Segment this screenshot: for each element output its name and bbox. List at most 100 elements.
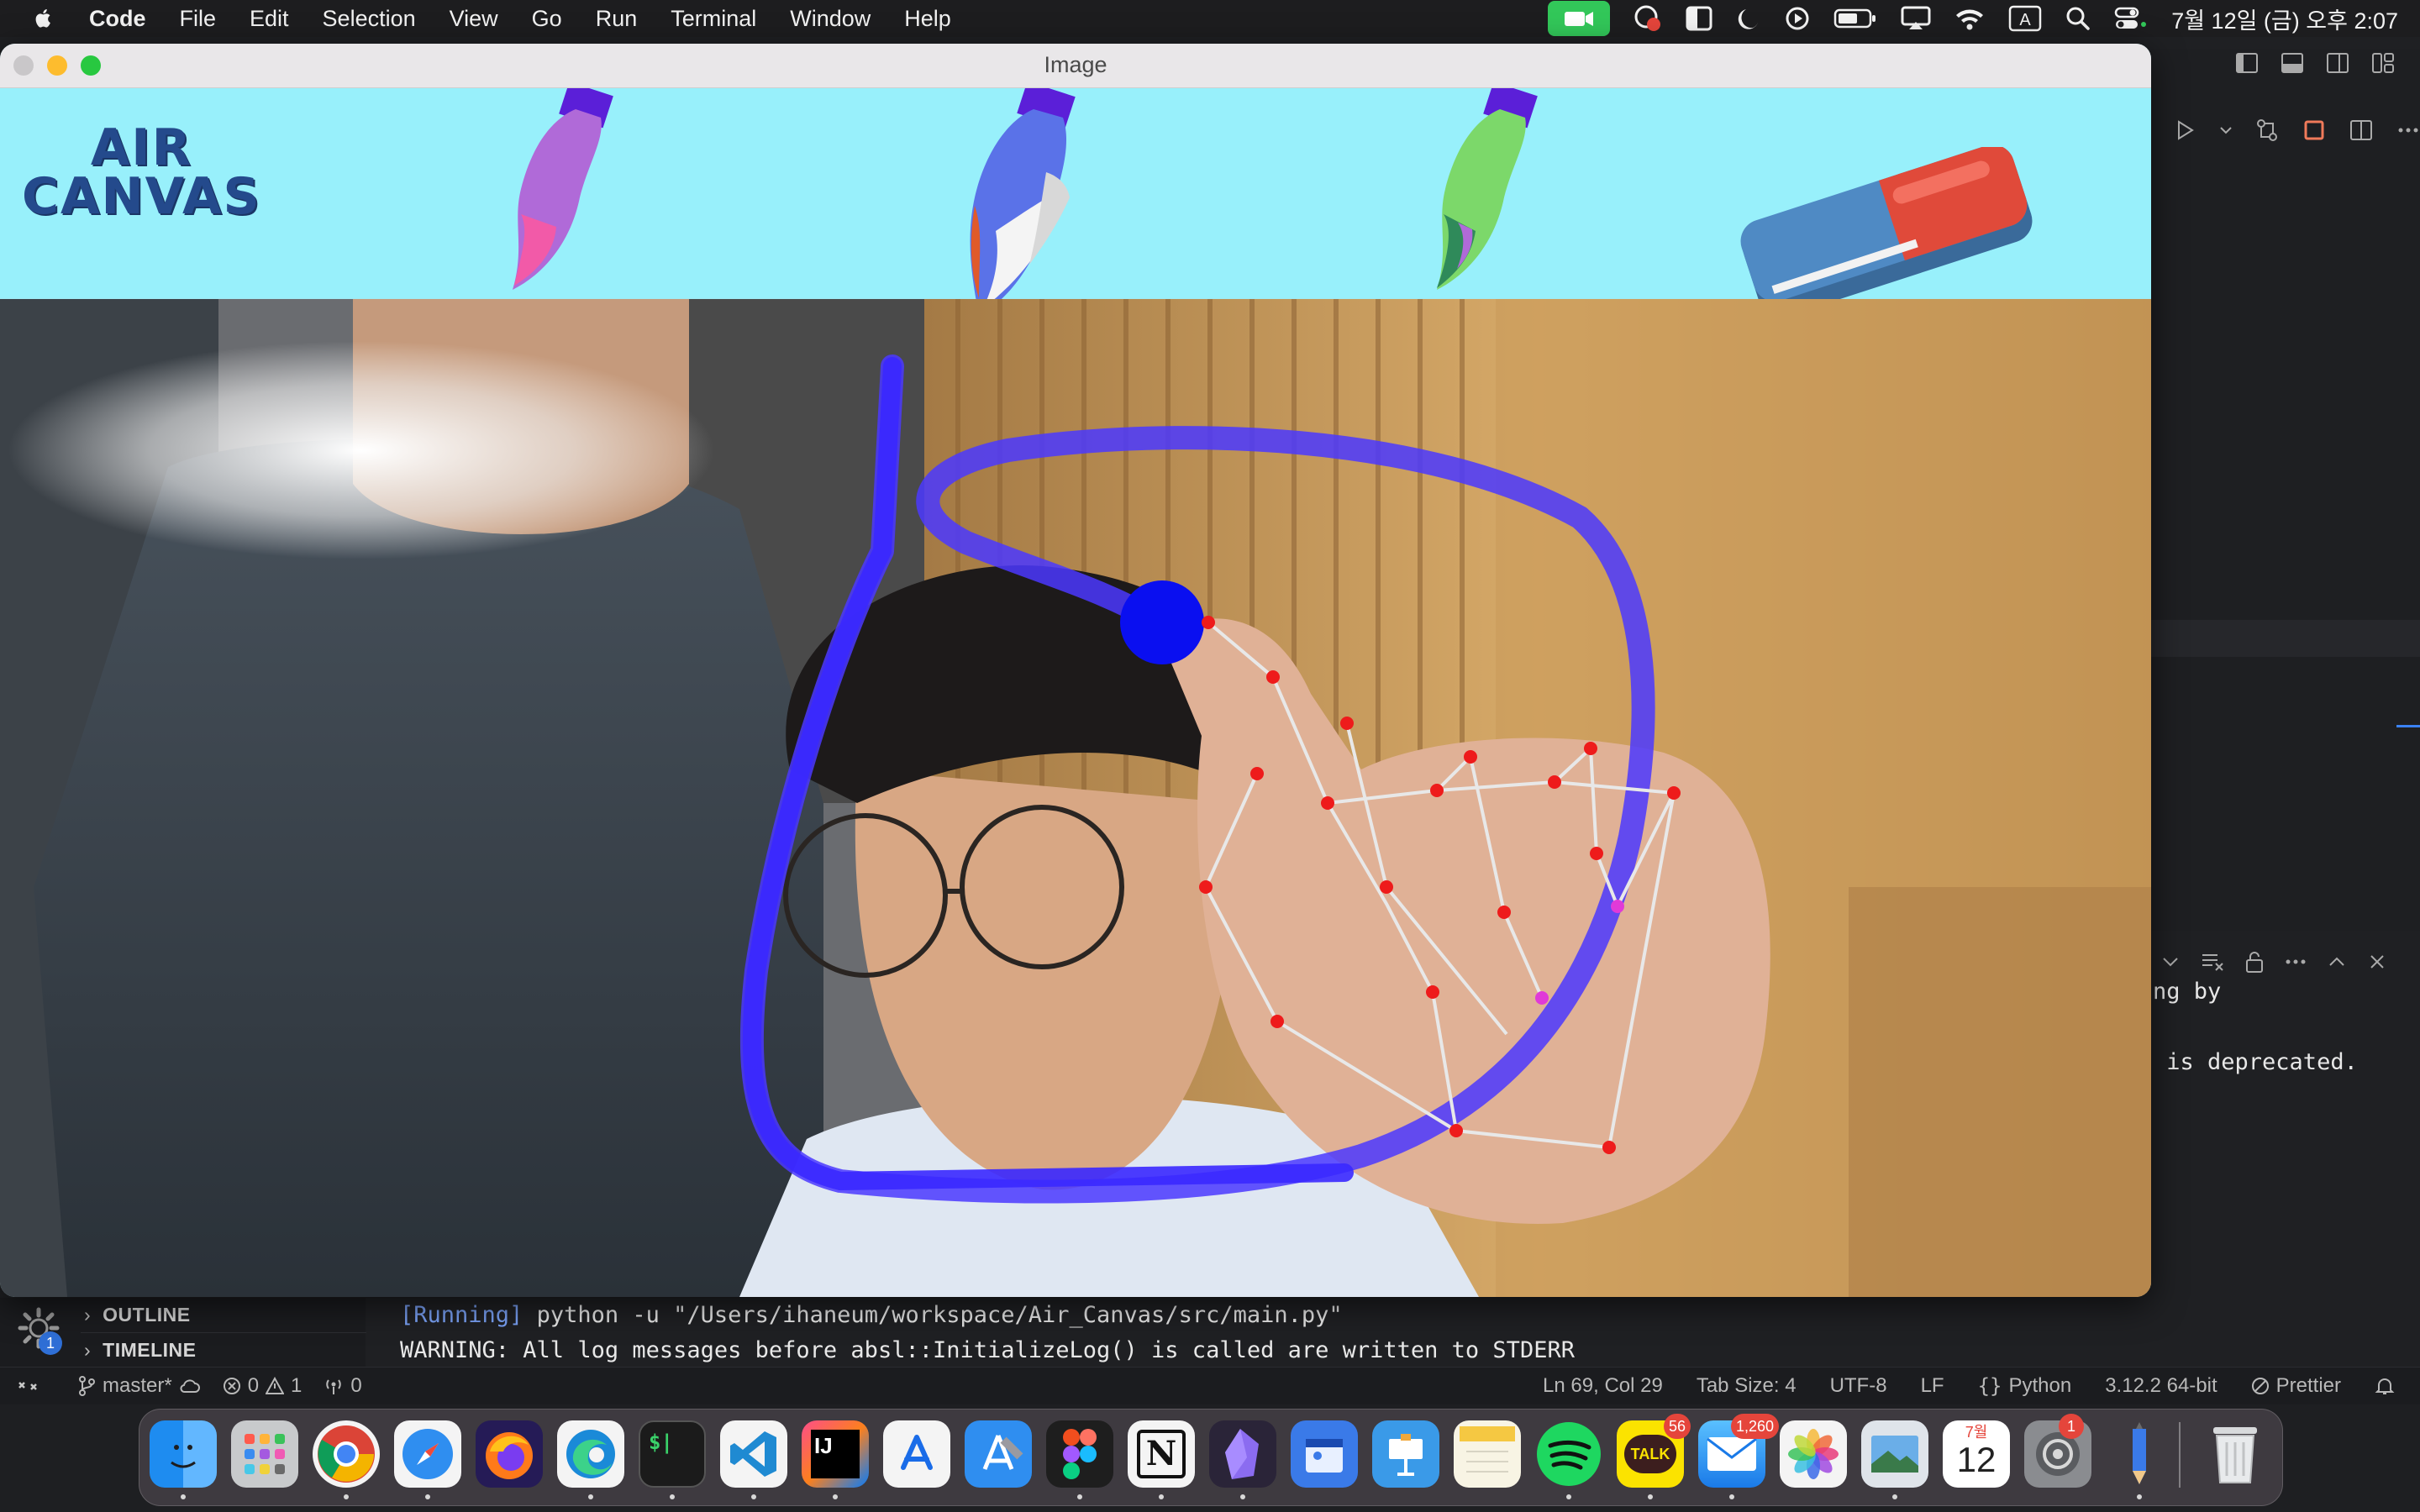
wifi-icon[interactable]	[1954, 7, 1985, 30]
menu-help[interactable]: Help	[904, 6, 951, 32]
spotify-app-icon[interactable]	[1535, 1420, 1602, 1488]
run-python-icon[interactable]	[2172, 118, 2197, 143]
split-editor-icon[interactable]	[2349, 118, 2374, 143]
running-indicator	[833, 1494, 838, 1499]
running-indicator	[588, 1494, 593, 1499]
ports-status[interactable]: 0	[324, 1374, 362, 1398]
run-dropdown-chevron-icon[interactable]	[2219, 118, 2233, 143]
more-actions-icon[interactable]	[2396, 118, 2420, 143]
eraser-tool-icon[interactable]	[1727, 147, 2046, 315]
screen-mirroring-icon[interactable]	[1901, 6, 1931, 31]
moon-focus-icon[interactable]	[1736, 6, 1761, 31]
toggle-panel-icon[interactable]	[2281, 52, 2304, 74]
remote-indicator-icon[interactable]	[0, 1368, 55, 1404]
menu-file[interactable]: File	[180, 6, 217, 32]
chevron-right-icon: ›	[84, 1304, 92, 1326]
tab-size[interactable]: Tab Size: 4	[1697, 1374, 1797, 1398]
lock-scroll-icon[interactable]	[2244, 950, 2265, 974]
webcam-canvas[interactable]	[0, 299, 2151, 1297]
end-of-line[interactable]: LF	[1921, 1374, 1944, 1398]
preview-app-icon[interactable]	[1861, 1420, 1928, 1488]
launchpad-app-icon[interactable]	[231, 1420, 298, 1488]
window-titlebar[interactable]: Image	[0, 44, 2151, 88]
menu-go[interactable]: Go	[532, 6, 562, 32]
customize-layout-icon[interactable]	[2371, 52, 2395, 74]
panel-more-icon[interactable]	[2284, 951, 2307, 973]
edge-app-icon[interactable]	[557, 1420, 624, 1488]
obsidian-app-icon[interactable]	[1209, 1420, 1276, 1488]
control-center-icon[interactable]	[2114, 6, 2148, 31]
battery-icon[interactable]	[1833, 8, 1877, 29]
prettier-label: Prettier	[2275, 1374, 2341, 1397]
git-branch-icon	[79, 1376, 95, 1396]
notes-app-icon[interactable]	[1454, 1420, 1521, 1488]
green-brush-tool-icon[interactable]	[1420, 88, 1563, 298]
utility-app-icon[interactable]	[1291, 1420, 1358, 1488]
ports-count: 0	[350, 1374, 362, 1397]
notifications-bell-icon[interactable]	[2375, 1376, 2395, 1396]
firefox-app-icon[interactable]	[476, 1420, 543, 1488]
menu-edit[interactable]: Edit	[250, 6, 289, 32]
light-flare	[8, 341, 714, 559]
blue-brush-tool-icon[interactable]	[945, 88, 1105, 323]
current-line-highlight	[2151, 620, 2420, 657]
timeline-section-header[interactable]: › TIMELINE	[84, 1339, 197, 1362]
menu-view[interactable]: View	[450, 6, 498, 32]
stop-code-run-icon[interactable]	[2302, 118, 2327, 143]
figma-app-icon[interactable]	[1046, 1420, 1113, 1488]
finder-app-icon[interactable]	[150, 1420, 217, 1488]
menubar-clock[interactable]: 7월 12일 (금) 오후 2:07	[2171, 3, 2398, 35]
branch-name: master*	[103, 1374, 172, 1397]
menu-window[interactable]: Window	[790, 6, 871, 32]
problems-status[interactable]: 01	[223, 1374, 302, 1398]
pencil-app-icon[interactable]	[2106, 1420, 2173, 1488]
purple-brush-tool-icon[interactable]	[496, 88, 639, 298]
menu-selection[interactable]: Selection	[323, 6, 416, 32]
app-menu-code[interactable]: Code	[89, 6, 146, 32]
timeline-label: TIMELINE	[103, 1339, 197, 1361]
intellij-app-icon[interactable]: IJ	[802, 1420, 869, 1488]
app-store-icon[interactable]	[883, 1420, 950, 1488]
terminal-app-icon[interactable]: $|	[639, 1420, 706, 1488]
panel-dropdown-chevron-icon[interactable]	[2160, 951, 2181, 973]
keynote-app-icon[interactable]	[1372, 1420, 1439, 1488]
intellij-letters: IJ	[811, 1430, 860, 1478]
menu-run[interactable]: Run	[596, 6, 638, 32]
notification-app-icon[interactable]	[1634, 4, 1662, 33]
facetime-camera-icon[interactable]	[1548, 1, 1611, 36]
trash-icon[interactable]	[2202, 1420, 2269, 1488]
language-mode[interactable]: {} Python	[1978, 1374, 2072, 1398]
section-divider	[81, 1332, 366, 1333]
menu-terminal[interactable]: Terminal	[671, 6, 756, 32]
manage-badge: 1	[39, 1331, 62, 1355]
python-interpreter[interactable]: 3.12.2 64-bit	[2105, 1374, 2217, 1398]
play-media-icon[interactable]	[1785, 6, 1810, 31]
standing-person-shirt	[34, 439, 823, 1297]
calendar-app-icon[interactable]: 7월 12	[1943, 1420, 2010, 1488]
photos-app-icon[interactable]	[1780, 1420, 1847, 1488]
vscode-app-icon[interactable]	[720, 1420, 787, 1488]
air-canvas-logo: AIR CANVAS	[22, 123, 261, 222]
notion-app-icon[interactable]: N	[1128, 1420, 1195, 1488]
compare-changes-icon[interactable]	[2254, 118, 2280, 143]
toggle-primary-sidebar-icon[interactable]	[2235, 52, 2259, 74]
close-panel-icon[interactable]	[2366, 951, 2388, 973]
xcode-app-icon[interactable]	[965, 1420, 1032, 1488]
apple-menu-icon[interactable]	[32, 7, 55, 30]
output-panel: [Running] python -u "/Users/ihaneum/work…	[400, 1302, 1575, 1373]
settings-badge: 1	[2059, 1414, 2084, 1439]
git-branch-status[interactable]: master*	[77, 1374, 201, 1398]
sidebar-toggle-icon[interactable]	[1686, 6, 1712, 31]
maximize-panel-icon[interactable]	[2326, 951, 2348, 973]
safari-app-icon[interactable]	[394, 1420, 461, 1488]
toggle-secondary-sidebar-icon[interactable]	[2326, 52, 2349, 74]
outline-section-header[interactable]: › OUTLINE	[84, 1304, 191, 1326]
file-encoding[interactable]: UTF-8	[1830, 1374, 1887, 1398]
cursor-position[interactable]: Ln 69, Col 29	[1543, 1374, 1663, 1398]
clear-output-icon[interactable]	[2200, 951, 2225, 973]
prettier-status[interactable]: Prettier	[2251, 1374, 2341, 1398]
spotlight-search-icon[interactable]	[2065, 6, 2091, 31]
chrome-app-icon[interactable]	[313, 1420, 380, 1488]
input-source-icon[interactable]: A	[2008, 5, 2042, 32]
